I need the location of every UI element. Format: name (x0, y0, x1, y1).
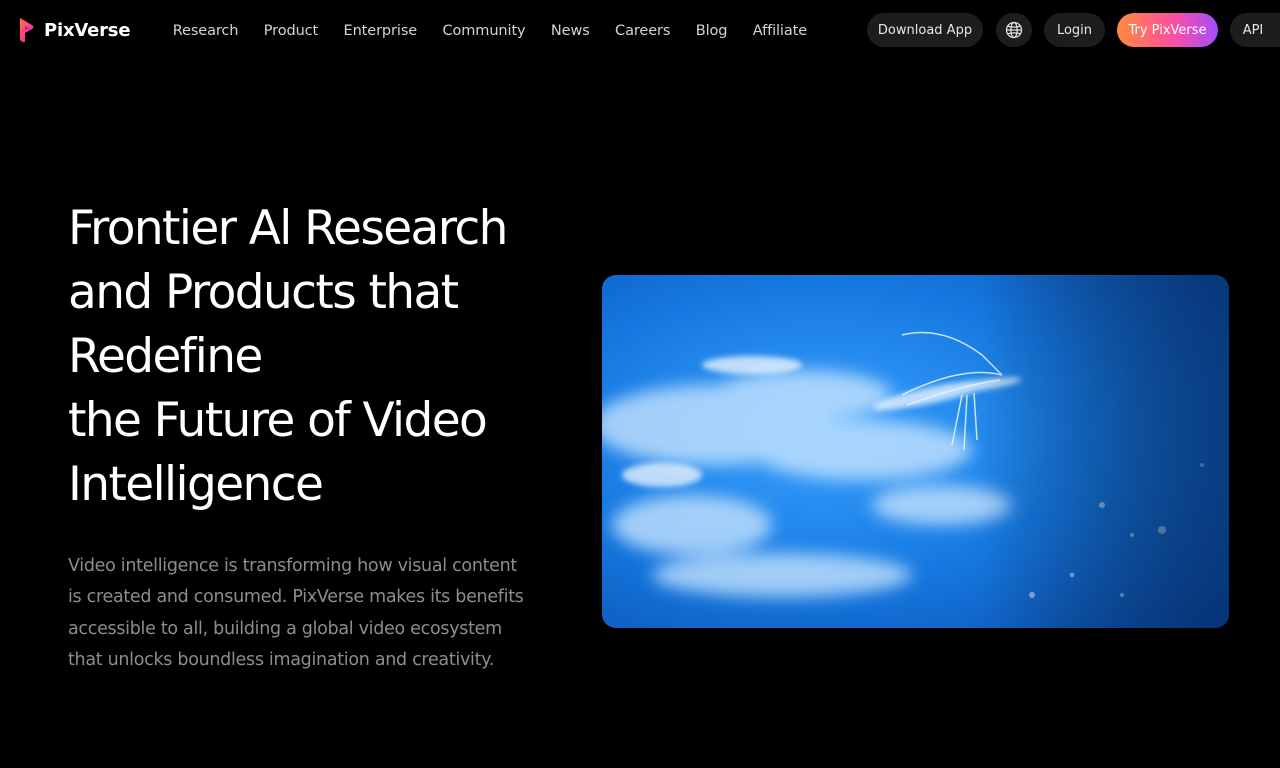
hero-video[interactable] (602, 275, 1229, 628)
nav-item-news[interactable]: News (538, 23, 602, 39)
globe-icon (1005, 21, 1023, 39)
hero-description: Video intelligence is transforming how v… (68, 556, 524, 670)
nav-item-blog[interactable]: Blog (683, 23, 740, 39)
download-app-button[interactable]: Download App (867, 13, 983, 47)
nav-item-enterprise[interactable]: Enterprise (331, 23, 430, 39)
language-button[interactable] (996, 13, 1032, 47)
hero-title-line: the Future of Video (68, 393, 488, 448)
hero-title-line: Redefine (68, 329, 263, 384)
main-menu: Research Product Enterprise Community Ne… (160, 0, 820, 62)
hero-title: Frontier Al Research and Products that R… (68, 197, 538, 517)
hero-video-frame (602, 275, 1229, 628)
try-pixverse-button[interactable]: Try PixVerse (1117, 13, 1218, 47)
brand-logo-link[interactable]: PixVerse (18, 17, 131, 43)
hero-title-line: Frontier Al Research (68, 201, 508, 256)
hero-title-line: and Products that (68, 265, 459, 320)
brand-name: PixVerse (44, 19, 131, 41)
top-navigation: PixVerse Research Product Enterprise Com… (0, 0, 1280, 62)
login-button[interactable]: Login (1044, 13, 1105, 47)
nav-item-affiliate[interactable]: Affiliate (740, 23, 820, 39)
hero-title-line: Intelligence (68, 457, 324, 512)
nav-item-community[interactable]: Community (430, 23, 538, 39)
nav-item-product[interactable]: Product (251, 23, 331, 39)
nav-item-careers[interactable]: Careers (602, 23, 683, 39)
api-button[interactable]: API (1230, 13, 1280, 47)
nav-item-research[interactable]: Research (160, 23, 251, 39)
header-actions: Download App Login Try PixVerse API (867, 13, 1280, 47)
pixverse-logo-icon (20, 18, 34, 43)
